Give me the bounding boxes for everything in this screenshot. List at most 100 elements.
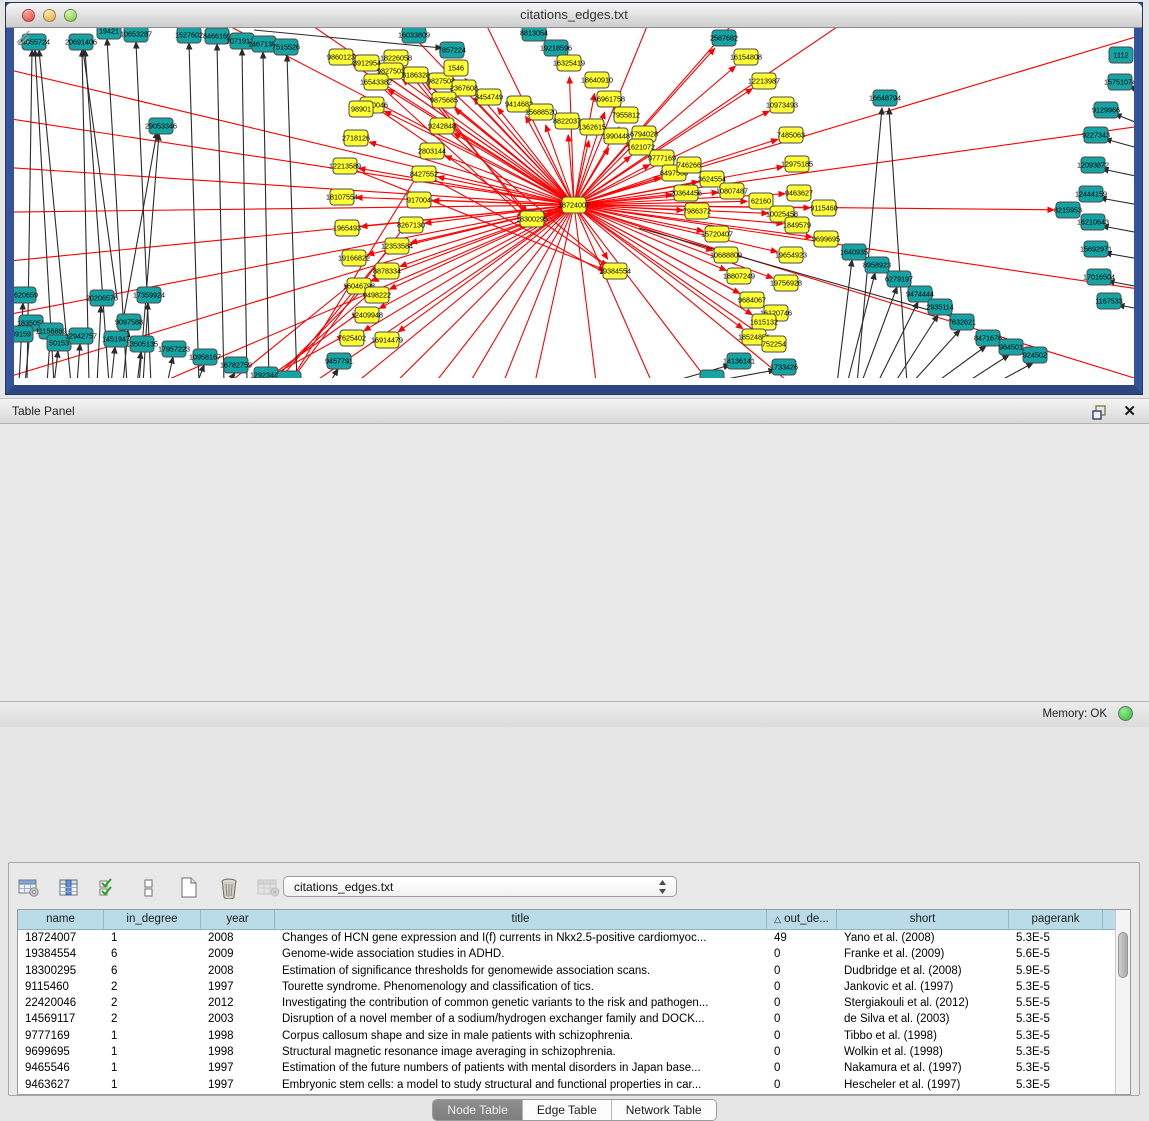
graph-node[interactable]: 15692971 <box>1080 241 1112 257</box>
graph-node[interactable]: 2587682 <box>710 30 738 46</box>
table-cell[interactable]: 2 <box>104 1011 201 1027</box>
table-cell[interactable]: 0 <box>767 1011 837 1027</box>
table-row[interactable]: 1830029562008Estimation of significance … <box>18 963 1130 979</box>
table-cell[interactable]: 0 <box>767 979 837 995</box>
graph-node[interactable]: 9777169 <box>648 150 676 166</box>
graph-node[interactable]: 10807487 <box>716 183 748 199</box>
scrollbar-thumb[interactable] <box>1118 932 1128 978</box>
float-panel-icon[interactable] <box>1091 404 1109 420</box>
table-row[interactable]: 1456911722003Disruption of a novel membe… <box>18 1011 1130 1027</box>
table-cell[interactable]: 1 <box>104 1028 201 1044</box>
graph-node[interactable]: 20364456 <box>670 185 702 201</box>
graph-node[interactable]: 12213987 <box>748 73 780 89</box>
tab-edge-table[interactable]: Edge Table <box>523 1100 612 1120</box>
close-panel-icon[interactable]: ✕ <box>1123 402 1136 420</box>
graph-node[interactable]: 16543382 <box>360 74 392 90</box>
graph-node[interactable]: 16210643 <box>1077 214 1109 230</box>
table-cell[interactable]: 1 <box>104 930 201 946</box>
graph-node[interactable]: 1849579 <box>783 217 811 233</box>
graph-node[interactable]: 9875685 <box>430 92 458 108</box>
graph-node[interactable]: 7632621 <box>948 314 976 330</box>
graph-node[interactable]: 17016504 <box>1083 269 1115 285</box>
graph-node[interactable]: 9115460 <box>810 200 837 216</box>
table-cell[interactable]: 1998 <box>201 1044 275 1060</box>
graph-node[interactable]: 8813054 <box>520 28 548 41</box>
table-selector-dropdown[interactable]: citations_edges.txt <box>283 876 677 897</box>
graph-node[interactable]: 18107554 <box>326 189 358 205</box>
table-cell[interactable]: 9463627 <box>18 1077 104 1093</box>
select-rows-icon[interactable] <box>96 876 122 900</box>
table-cell[interactable]: Investigating the contribution of common… <box>275 995 767 1011</box>
graph-node[interactable]: 9457791 <box>325 353 353 369</box>
graph-node[interactable]: 8186328 <box>402 67 430 83</box>
table-cell[interactable]: 2012 <box>201 995 275 1011</box>
table-cell[interactable]: 19384554 <box>18 946 104 962</box>
table-cell[interactable]: Corpus callosum shape and size in male p… <box>275 1028 767 1044</box>
graph-node[interactable]: 2803144 <box>418 143 446 159</box>
table-cell[interactable]: 1997 <box>201 1060 275 1076</box>
graph-node[interactable]: 16033809 <box>398 28 430 43</box>
table-cell[interactable]: 2 <box>104 979 201 995</box>
graph-node[interactable] <box>700 370 724 378</box>
table-cell[interactable]: Structural magnetic resonance image aver… <box>275 1044 767 1060</box>
table-cell[interactable]: Franke et al. (2009) <box>837 946 1009 962</box>
new-table-icon[interactable] <box>176 876 202 900</box>
graph-node[interactable]: 98901 <box>349 101 373 117</box>
table-cell[interactable]: Disruption of a novel member of a sodium… <box>275 1011 767 1027</box>
delete-table-icon[interactable] <box>256 876 282 900</box>
graph-node[interactable]: 19421 <box>97 28 121 39</box>
graph-node[interactable]: 20691406 <box>65 34 97 50</box>
table-cell[interactable]: 5.3E-5 <box>1009 979 1103 995</box>
table-cell[interactable]: 0 <box>767 1060 837 1076</box>
table-cell[interactable]: Tourette syndrome. Phenomenology and cla… <box>275 979 767 995</box>
graph-node[interactable]: 10958167 <box>189 349 221 365</box>
graph-node[interactable]: 7955812 <box>612 107 640 123</box>
graph-node[interactable]: 7986372 <box>683 203 711 219</box>
graph-node[interactable]: 39159 <box>14 326 33 342</box>
resize-grip-icon[interactable] <box>14 28 30 44</box>
graph-node[interactable]: 1112 <box>1109 47 1133 63</box>
graph-node[interactable]: 917004 <box>407 192 431 208</box>
graph-node[interactable]: 15751074 <box>1104 74 1134 90</box>
column-header-short[interactable]: short <box>837 910 1009 929</box>
graph-node[interactable]: 8822037 <box>553 113 581 129</box>
graph-node[interactable]: 752254 <box>762 336 786 352</box>
graph-node[interactable]: 19654923 <box>775 247 807 263</box>
graph-node[interactable]: 2935114 <box>926 299 953 315</box>
graph-node[interactable]: 12975185 <box>781 156 813 172</box>
graph-node[interactable]: 2620659 <box>14 287 38 303</box>
graph-node[interactable]: 9242848 <box>428 118 456 134</box>
table-cell[interactable]: 0 <box>767 963 837 979</box>
table-row[interactable]: 977716911998Corpus callosum shape and si… <box>18 1028 1130 1044</box>
tab-node-table[interactable]: Node Table <box>433 1100 523 1120</box>
graph-node[interactable]: 12444159 <box>1075 186 1107 202</box>
table-cell[interactable]: Genome-wide association studies in ADHD. <box>275 946 767 962</box>
graph-node[interactable]: 19756928 <box>770 275 802 291</box>
table-cell[interactable]: 1 <box>104 1060 201 1076</box>
table-cell[interactable]: Changes of HCN gene expression and I(f) … <box>275 930 767 946</box>
graph-node[interactable] <box>277 371 301 378</box>
table-cell[interactable]: 0 <box>767 946 837 962</box>
show-column-icon[interactable] <box>56 876 82 900</box>
graph-node[interactable]: 16961758 <box>593 91 625 107</box>
graph-node[interactable]: 6279197 <box>885 271 913 287</box>
table-row[interactable]: 946554611997Estimation of the future num… <box>18 1060 1130 1076</box>
table-cell[interactable]: 1997 <box>201 1077 275 1093</box>
graph-node[interactable]: 9699695 <box>812 231 840 247</box>
table-cell[interactable]: 2 <box>104 995 201 1011</box>
table-cell[interactable]: 18724007 <box>18 930 104 946</box>
graph-node[interactable]: 9684067 <box>738 292 766 308</box>
table-cell[interactable]: 2009 <box>201 946 275 962</box>
graph-node[interactable]: 7857224 <box>438 42 466 58</box>
table-cell[interactable]: 0 <box>767 1028 837 1044</box>
table-row[interactable]: 969969511998Structural magnetic resonanc… <box>18 1044 1130 1060</box>
table-cell[interactable]: 5.3E-5 <box>1009 1044 1103 1060</box>
table-cell[interactable]: 5.3E-5 <box>1009 1011 1103 1027</box>
graph-node[interactable]: 1167533 <box>1095 293 1122 309</box>
table-row[interactable]: 1872400712008Changes of HCN gene express… <box>18 930 1130 946</box>
graph-node[interactable]: 8215953 <box>1054 202 1082 218</box>
graph-node[interactable]: 10653287 <box>120 28 152 42</box>
graph-node[interactable]: 9463627 <box>785 185 813 201</box>
table-cell[interactable]: Hescheler et al. (1997) <box>837 1077 1009 1093</box>
table-cell[interactable]: 9465546 <box>18 1060 104 1076</box>
